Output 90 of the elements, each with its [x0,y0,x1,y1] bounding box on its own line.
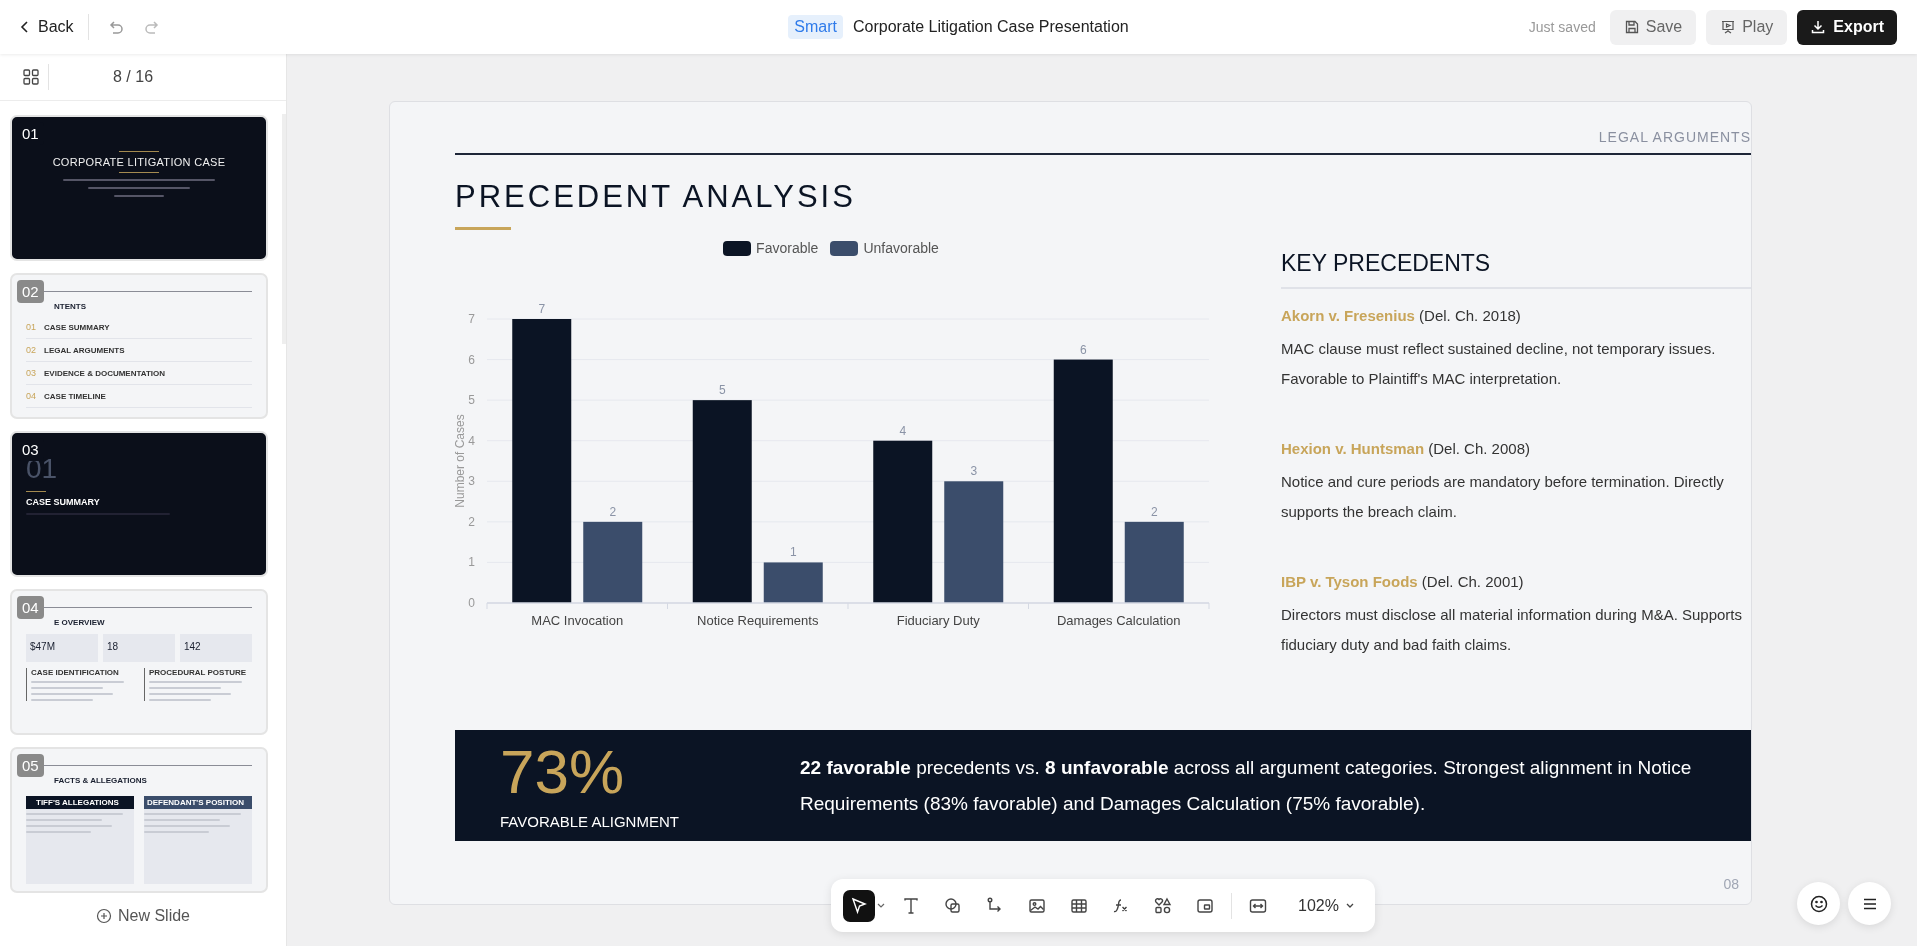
case-summary: Directors must disclose all material information during M&A. Supports fiduciary duty and bad faith claims. [1281,605,1743,655]
thumbnail-title: CORPORATE LITIGATION CASE [52,156,226,168]
thumbnail-title: FACTS & ALLEGATIONS [54,776,147,785]
thumbnail-title: CASE SUMMARY [26,497,101,507]
slide-thumbnail[interactable]: 01 CORPORATE LITIGATION CASE [10,115,268,261]
data-label: 5 [718,383,726,398]
save-status: Just saved [1528,19,1596,35]
column-heading: PROCEDURAL POSTURE [149,668,248,677]
percentage-label: FAVORABLE ALIGNMENT [500,813,680,830]
case-citation: Hexion v. Huntsman (Del. Ch. 2008) [1281,440,1531,457]
smart-badge: Smart [788,15,843,39]
caret-icon [877,902,885,909]
y-tick-label: 2 [468,514,475,529]
percentage-value: 73% [500,741,626,803]
plus-circle-icon [96,908,112,924]
slide-thumbnail[interactable]: 04 E OVERVIEW $47M 18 142 CASE IDENTIFICATION PROCEDURAL POSTURE [10,589,268,735]
item-label: EVIDENCE & DOCUMENTATION [44,368,166,378]
data-label: 4 [899,423,907,438]
y-tick-label: 0 [468,596,475,610]
legend-label: Unfavorable [863,240,939,256]
bar [763,562,823,603]
data-label: 6 [1079,342,1087,357]
y-tick-label: 3 [468,474,475,489]
slide-thumbnail[interactable]: 05 FACTS & ALLEGATIONS TIFF'S ALLEGATIONS DEFENDANT'S POSITION [10,747,268,893]
caret-icon [1344,901,1355,910]
menu-button[interactable] [1848,882,1891,925]
section-heading: KEY PRECEDENTS [1281,250,1751,289]
panel-heading: DEFENDANT'S POSITION [144,796,252,809]
y-tick-label: 7 [468,312,475,326]
item-label: CASE TIMELINE [44,391,106,401]
y-tick-label: 6 [468,352,475,367]
slide-thumbnail[interactable]: 02 NTENTS 01 CASE SUMMARY 02 LEGAL ARGUMENTS 03 EVIDENCE & DOCUMENTATION 04 CASE TIMELINE [10,273,268,419]
export-button[interactable]: Export [1797,9,1897,45]
summary-text: 22 favorable precedents vs. 8 unfavorable across all argument categories. Strongest alignment in Notice Requirements (83% favorable) and Damages Calculation (75% favorable). [800,755,1693,816]
slide-number: 05 [17,754,44,777]
case-citation: IBP v. Tyson Foods (Del. Ch. 2001) [1281,573,1525,590]
case-summary: Notice and cure periods are mandatory before termination. Directly supports the breach claim. [1281,472,1725,522]
category-label: Damages Calculation [1056,613,1181,628]
stat-card: 18 [103,634,175,662]
stat-card: $47M [26,634,98,662]
item-number: 02 [26,345,36,355]
play-button[interactable]: Play [1706,9,1788,45]
document-title[interactable]: Corporate Litigation Case Presentation [852,18,1129,36]
data-label: 2 [1150,504,1158,519]
legend-label: Favorable [756,240,819,256]
item-number: 03 [26,368,36,378]
smiley-icon [1808,893,1829,914]
y-axis-label: Number of Cases [453,414,467,508]
download-icon [1810,19,1827,35]
text-icon [901,895,921,916]
stat-card: 142 [180,634,252,662]
slide-number: 04 [17,596,44,619]
y-tick-label: 5 [468,393,475,408]
presentation-icon [1720,19,1737,35]
emoji-button[interactable] [1797,882,1840,925]
data-label: 7 [538,302,546,316]
column-heading: CASE IDENTIFICATION [31,668,120,677]
item-label: CASE SUMMARY [44,322,110,332]
redo-icon [142,18,161,36]
thumbnail-title: NTENTS [54,302,86,311]
pointer-tool[interactable] [843,889,875,922]
grid-icon [22,68,40,86]
zoom-dropdown[interactable]: 102% [1298,896,1363,915]
data-label: 3 [970,464,978,479]
category-label: Notice Requirements [697,613,819,628]
case-citation: Akorn v. Fresenius (Del. Ch. 2018) [1281,307,1522,324]
shape-icon [943,895,963,916]
category-label: Fiduciary Duty [896,613,980,628]
data-label: 2 [609,504,617,519]
back-button[interactable]: Back [20,18,74,36]
category-label: MAC Invocation [531,613,624,628]
y-tick-label: 4 [468,433,475,448]
elements-icon [1153,895,1173,916]
panel-heading: TIFF'S ALLEGATIONS [26,796,134,809]
section-label: LEGAL ARGUMENTS [1597,129,1751,145]
item-label: LEGAL ARGUMENTS [44,345,125,355]
slide-number: 02 [17,280,44,303]
case-summary: MAC clause must reflect sustained decline, not temporary issues. Favorable to Plaintiff's MAC interpretation. [1281,339,1717,389]
page-number: 08 [1723,876,1739,892]
pointer-icon [849,895,869,916]
save-button[interactable]: Save [1609,9,1697,45]
slide-title: PRECEDENT ANALYSIS [455,179,857,215]
chevron-left-icon [20,20,30,34]
item-number: 04 [26,391,36,401]
slide-counter: 8 / 16 [113,68,154,86]
new-slide-button[interactable]: New Slide [96,907,190,925]
y-tick-label: 1 [468,555,475,570]
thumbnail-title: E OVERVIEW [54,618,105,627]
data-label: 1 [789,545,797,560]
item-number: 01 [26,322,36,332]
